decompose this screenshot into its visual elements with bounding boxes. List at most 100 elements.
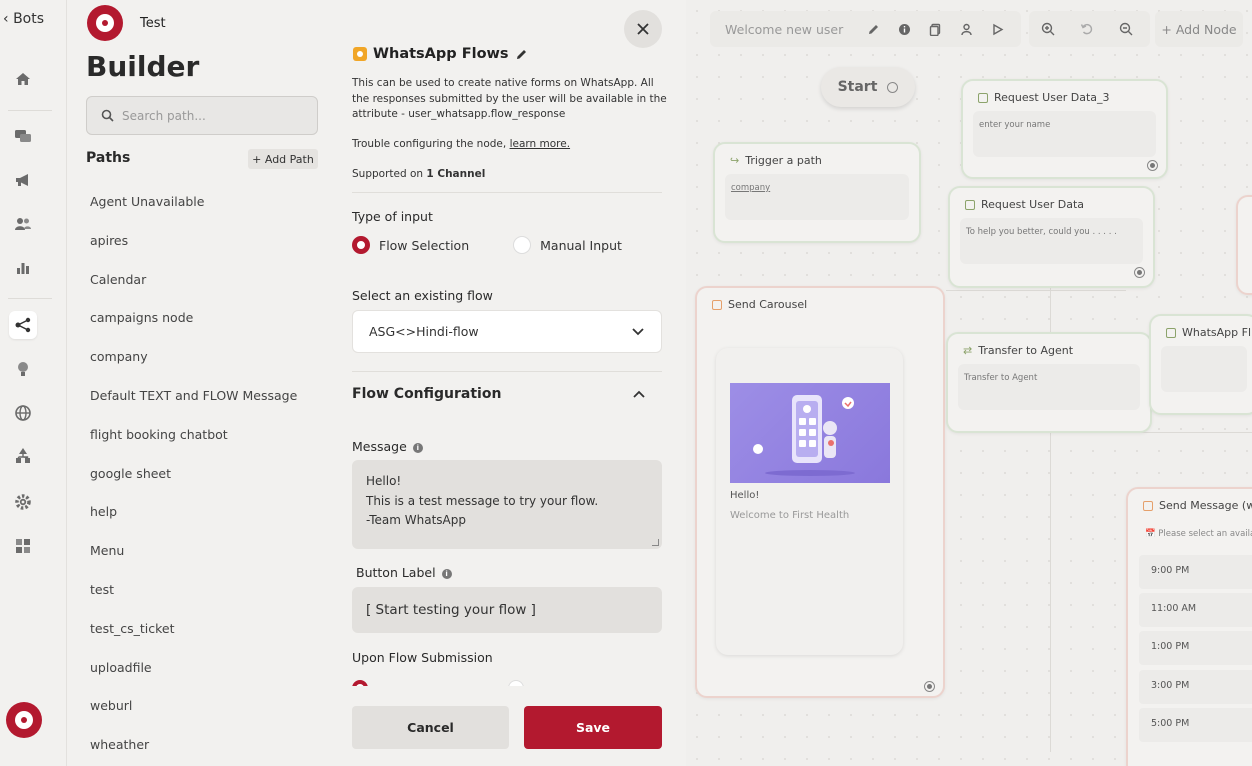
path-item[interactable]: uploadfile: [90, 649, 320, 688]
output-port-icon[interactable]: [924, 681, 935, 692]
paths-heading: Paths: [86, 150, 131, 166]
radio-submission-option-1[interactable]: [352, 680, 368, 686]
button-label-label: Button Label: [356, 565, 436, 580]
path-item[interactable]: test_cs_ticket: [90, 610, 320, 649]
globe-icon[interactable]: [13, 403, 33, 423]
node-body: Transfer to Agent: [958, 364, 1140, 410]
flow-builder-icon[interactable]: [9, 311, 37, 339]
path-item[interactable]: Menu: [90, 532, 320, 571]
type-of-input-label: Type of input: [352, 209, 433, 224]
node-header: ↪ Trigger a path: [730, 154, 822, 167]
info-icon[interactable]: i: [441, 568, 452, 579]
users-icon[interactable]: [13, 214, 33, 234]
chat-icon[interactable]: [13, 126, 33, 146]
node-transfer-agent[interactable]: ⇄ Transfer to Agent Transfer to Agent: [946, 332, 1152, 433]
form-icon: [965, 199, 975, 210]
path-item[interactable]: help: [90, 493, 320, 532]
message-textarea[interactable]: Hello! This is a test message to try you…: [352, 460, 662, 549]
path-item[interactable]: test: [90, 571, 320, 610]
node-title-row: WhatsApp Flows: [353, 46, 528, 62]
info-icon[interactable]: i: [412, 442, 423, 453]
path-item[interactable]: Default TEXT and FLOW Message: [90, 377, 320, 416]
zoom-out-icon[interactable]: [1118, 21, 1134, 37]
pencil-icon[interactable]: [515, 48, 528, 61]
node-header: ⇄ Transfer to Agent: [963, 344, 1073, 357]
learn-more-link[interactable]: learn more.: [510, 138, 570, 150]
back-to-bots-link[interactable]: ‹ Bots: [3, 11, 44, 27]
button-label-input[interactable]: [ Start testing your flow ]: [352, 587, 662, 633]
node-header: Send Message (w: [1143, 499, 1252, 512]
node-body: 📅 Please select an availa: [1145, 529, 1252, 539]
message-line: This is a test message to try your flow.: [366, 493, 599, 508]
radio-submission-option-2[interactable]: [508, 680, 524, 686]
message-icon: [1143, 500, 1153, 511]
path-item[interactable]: wheather: [90, 726, 320, 765]
path-item[interactable]: flight booking chatbot: [90, 416, 320, 455]
node-request-user-data-3[interactable]: Request User Data_3 enter your name: [961, 79, 1168, 179]
search-path-input[interactable]: [122, 108, 302, 123]
pencil-icon[interactable]: [865, 21, 881, 37]
node-whatsapp-flows[interactable]: WhatsApp Fl: [1149, 314, 1252, 415]
page-title: Builder: [86, 50, 200, 83]
time-slot[interactable]: 1:00 PM: [1139, 631, 1252, 665]
megaphone-icon[interactable]: [13, 170, 33, 190]
carousel-card[interactable]: Hello! Welcome to First Health: [716, 348, 903, 655]
resize-handle-icon[interactable]: [652, 539, 659, 546]
path-list: Agent Unavailable apires Calendar campai…: [90, 183, 320, 765]
user-icon[interactable]: [958, 21, 974, 37]
output-port-icon[interactable]: [1134, 267, 1145, 278]
add-node-button[interactable]: + Add Node: [1155, 11, 1243, 47]
divider: [352, 192, 662, 193]
node-send-carousel[interactable]: Send Carousel Hello! Welcome to First He…: [695, 286, 945, 698]
supported-channels-text: Supported on 1 Channel: [352, 168, 485, 180]
select-flow-label: Select an existing flow: [352, 288, 493, 303]
close-panel-button[interactable]: [624, 10, 662, 48]
path-item[interactable]: google sheet: [90, 455, 320, 494]
path-item[interactable]: apires: [90, 222, 320, 261]
puzzle-icon[interactable]: [13, 536, 33, 556]
node-trigger-path[interactable]: ↪ Trigger a path company: [713, 142, 921, 243]
reset-zoom-icon[interactable]: [1079, 21, 1095, 37]
connector-line: [946, 290, 1126, 291]
selected-flow-value: ASG<>Hindi-flow: [369, 324, 479, 339]
home-icon[interactable]: [13, 69, 33, 89]
chevron-up-icon[interactable]: [632, 389, 646, 399]
output-port-icon[interactable]: [887, 81, 899, 93]
cancel-button[interactable]: Cancel: [352, 706, 509, 749]
bar-chart-icon[interactable]: [13, 258, 33, 278]
time-slot[interactable]: 5:00 PM: [1139, 708, 1252, 742]
time-slot[interactable]: 3:00 PM: [1139, 670, 1252, 704]
rail-divider: [8, 298, 52, 299]
radio-flow-selection[interactable]: [352, 236, 370, 254]
rail-divider: [8, 110, 52, 111]
save-button[interactable]: Save: [524, 706, 662, 749]
path-item[interactable]: Agent Unavailable: [90, 183, 320, 222]
flow-configuration-header[interactable]: Flow Configuration: [352, 386, 662, 402]
time-slot[interactable]: 9:00 PM: [1139, 555, 1252, 589]
output-port-icon[interactable]: [1147, 160, 1158, 171]
time-slot[interactable]: 11:00 AM: [1139, 593, 1252, 627]
radio-manual-input[interactable]: [513, 236, 532, 254]
path-item[interactable]: weburl: [90, 687, 320, 726]
node-partial[interactable]: [1236, 195, 1252, 295]
info-icon[interactable]: [896, 21, 912, 37]
path-item[interactable]: company: [90, 338, 320, 377]
flow-name[interactable]: Welcome new user: [725, 22, 865, 37]
flow-select-dropdown[interactable]: ASG<>Hindi-flow: [352, 310, 662, 353]
path-item[interactable]: Calendar: [90, 261, 320, 300]
add-path-button[interactable]: + Add Path: [248, 149, 318, 169]
copy-icon[interactable]: [927, 21, 943, 37]
node-header: Request User Data: [965, 198, 1084, 211]
zoom-in-icon[interactable]: [1040, 21, 1056, 37]
start-node[interactable]: Start: [821, 67, 915, 107]
bulb-icon[interactable]: [13, 359, 33, 379]
node-send-message[interactable]: Send Message (w 📅 Please select an avail…: [1126, 487, 1252, 766]
path-item[interactable]: campaigns node: [90, 299, 320, 338]
node-title: WhatsApp Flows: [373, 46, 509, 62]
node-request-user-data[interactable]: Request User Data To help you better, co…: [948, 186, 1155, 288]
start-label: Start: [837, 79, 878, 95]
flow-canvas[interactable]: Welcome new user + Add Node Start Reques…: [686, 0, 1252, 766]
gear-icon[interactable]: [13, 492, 33, 512]
hierarchy-icon[interactable]: [13, 446, 33, 466]
play-icon[interactable]: [989, 21, 1005, 37]
